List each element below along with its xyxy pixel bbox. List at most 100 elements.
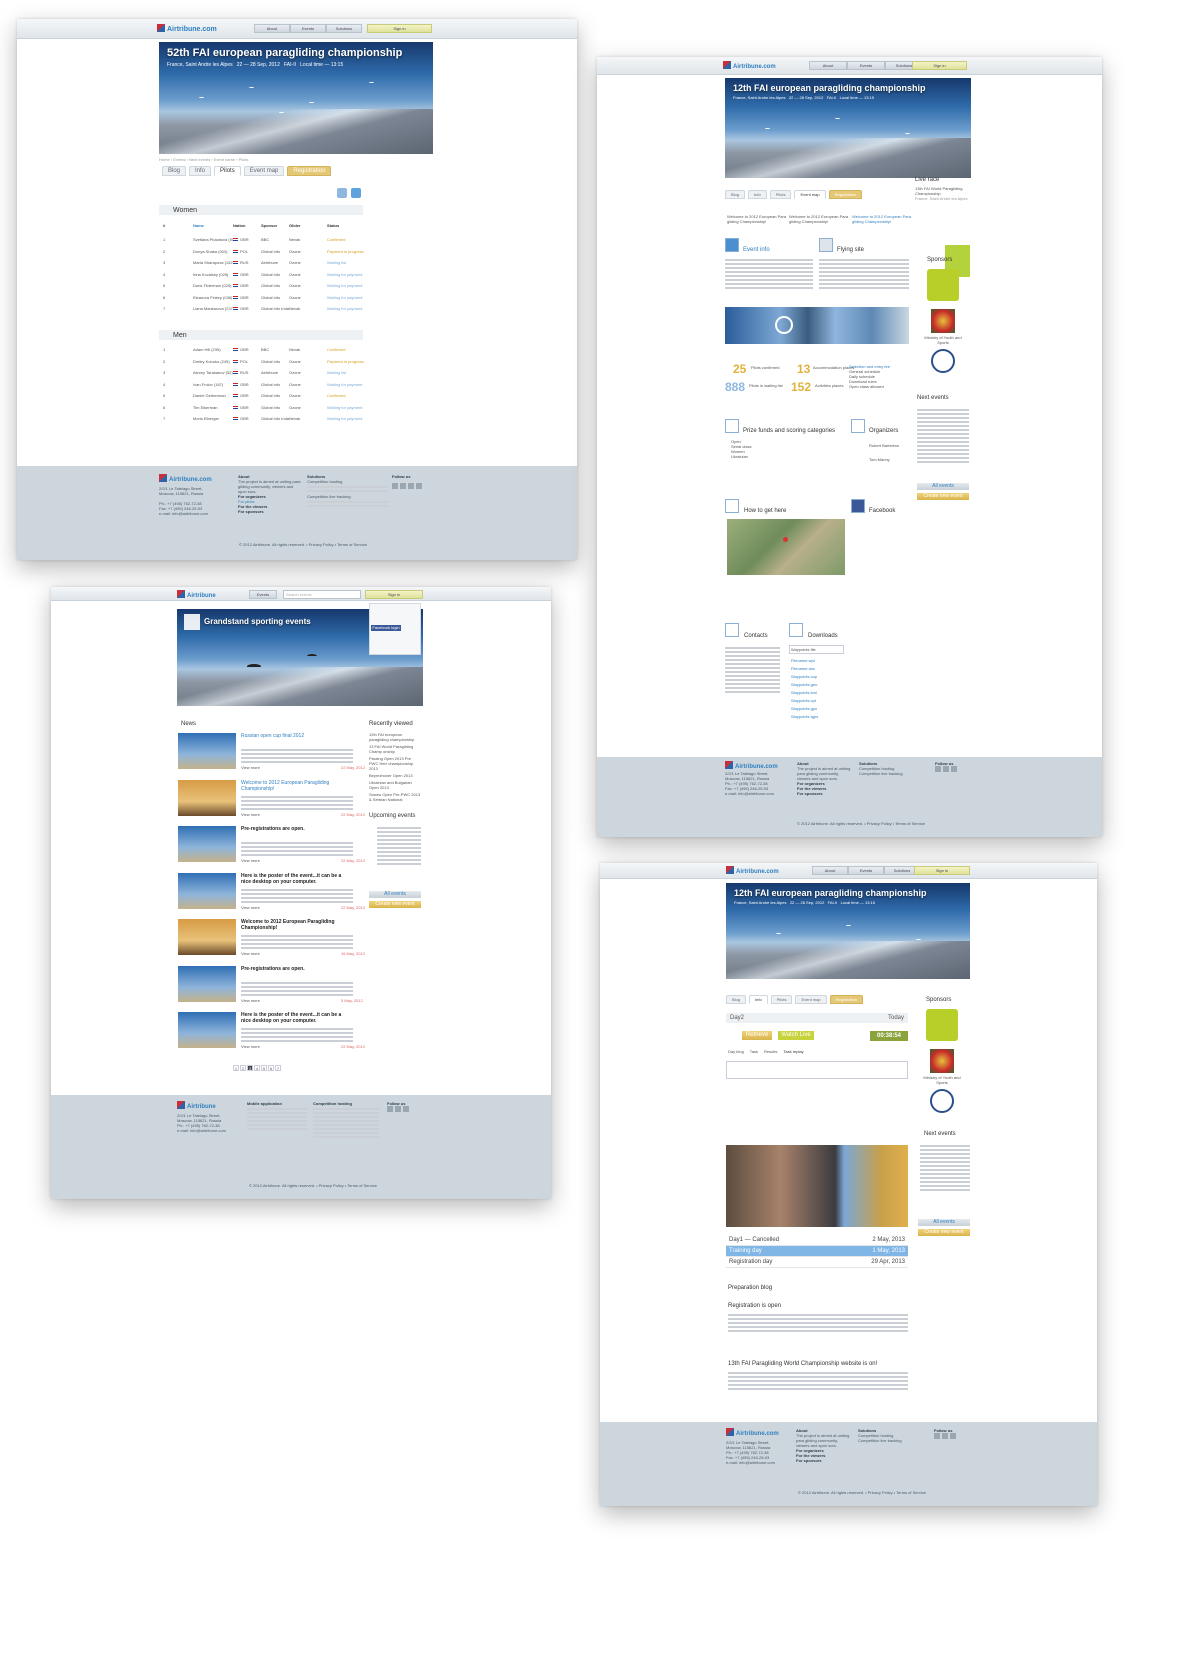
- file-link[interactable]: Waypoints.cpt: [791, 697, 818, 705]
- facebook-icon[interactable]: [392, 483, 398, 489]
- route-map[interactable]: [727, 519, 845, 575]
- news-thumbnail[interactable]: [178, 779, 236, 816]
- col-nation[interactable]: Nation: [233, 223, 261, 228]
- recent-item[interactable]: Soweo Open Pre-PWC 2013 & Serbian Nation…: [369, 792, 421, 802]
- table-row[interactable]: 6 Tim Elkerman GBR Global info Ozone Waiting …: [163, 405, 367, 410]
- waypoints-select[interactable]: Waypoints file: [789, 645, 844, 654]
- sign-in-button[interactable]: Sign in: [365, 590, 423, 599]
- sponsor-union-logo[interactable]: [931, 349, 955, 373]
- breadcrumb[interactable]: Home › Events › Next events › Event name…: [159, 157, 248, 162]
- sign-in-button[interactable]: Sign in: [912, 61, 967, 70]
- tab-info[interactable]: Info: [749, 995, 768, 1004]
- search-input[interactable]: Search events: [283, 590, 361, 599]
- tab-blog[interactable]: Blog: [162, 166, 187, 176]
- link-sponsors[interactable]: For sponsors: [797, 791, 852, 796]
- subtab[interactable]: Task: [750, 1049, 758, 1054]
- news-thumbnail[interactable]: [178, 965, 236, 1002]
- vk-icon[interactable]: [408, 483, 414, 489]
- page-4[interactable]: 4: [254, 1065, 260, 1071]
- twitter-icon[interactable]: [400, 483, 406, 489]
- news-title[interactable]: Pre-registrations are open.: [241, 826, 351, 832]
- col-num[interactable]: #: [163, 223, 193, 228]
- tab-registration[interactable]: Registration: [828, 190, 862, 199]
- pilot-name[interactable]: Donya Shaka (003): [193, 249, 233, 254]
- recent-item[interactable]: Beyrezhoner Open 2013: [369, 773, 421, 778]
- tab-registration[interactable]: Registration: [829, 995, 863, 1004]
- file-link[interactable]: Filename.doc: [791, 665, 818, 673]
- twitter-icon[interactable]: [943, 766, 949, 772]
- nav-solutions[interactable]: Solutions: [326, 24, 362, 33]
- tab-pilots[interactable]: Pilots: [214, 166, 241, 176]
- col-status[interactable]: Status: [327, 223, 367, 228]
- tab-pilots[interactable]: Pilots: [770, 995, 793, 1004]
- file-link[interactable]: Waypoints.kml: [791, 689, 818, 697]
- recent-item[interactable]: 13 FAI World Paragliding Champ onship: [369, 744, 421, 754]
- facebook-login-button[interactable]: Facebook login: [371, 625, 401, 631]
- photo-gallery[interactable]: [725, 307, 909, 344]
- news-2[interactable]: Welcome to 2012 European Para gliding Ch…: [789, 214, 849, 224]
- file-link[interactable]: Waypoints.gpx: [791, 705, 818, 713]
- news-title[interactable]: Welcome to 2012 European Paragliding Cha…: [241, 780, 351, 792]
- photo-collage[interactable]: [726, 1145, 908, 1227]
- pilot-name[interactable]: Maria Sharapova (152): [193, 260, 233, 265]
- col-sponsor[interactable]: Sponsor: [261, 223, 289, 228]
- file-link[interactable]: Filename.wpt: [791, 657, 818, 665]
- timeline-row[interactable]: Day1 — Cancelled 2 May, 2013: [726, 1235, 908, 1246]
- logo[interactable]: Airtribune.com: [157, 24, 217, 33]
- solution-tracking[interactable]: Competition live tracking: [859, 771, 929, 776]
- vk-icon[interactable]: [403, 1106, 409, 1112]
- link-open-class[interactable]: Open class allowed: [849, 384, 890, 389]
- all-events-button[interactable]: All events: [918, 1219, 970, 1226]
- page-1[interactable]: 1: [233, 1065, 239, 1071]
- play-icon[interactable]: [775, 316, 793, 334]
- table-row[interactable]: 6 Eleanora Finkey (036) GBR Global info Ozon…: [163, 295, 367, 300]
- twitter-icon[interactable]: [942, 1433, 948, 1439]
- nav-events[interactable]: Events: [249, 590, 277, 599]
- page-7[interactable]: 7: [275, 1065, 281, 1071]
- tab-registration[interactable]: Registration: [287, 166, 332, 176]
- logo[interactable]: Airtribune: [177, 590, 216, 599]
- next-events-list[interactable]: [920, 1143, 970, 1193]
- recent-item[interactable]: 12th FAI european paragliding championsh…: [369, 732, 421, 742]
- recent-item[interactable]: Paraing Open 2013 Pre PWC Herr champions…: [369, 756, 421, 771]
- pilot-name[interactable]: Dmitry Konoko (245): [193, 359, 233, 364]
- sponsor-colombia-logo[interactable]: [927, 269, 959, 301]
- news-title[interactable]: Welcome to 2012 European Paragliding Cha…: [241, 919, 351, 931]
- table-row[interactable]: 3 Maria Sharapova (152) RUS Airtribune Ozone…: [163, 260, 367, 265]
- col-glider[interactable]: Glider: [289, 223, 327, 228]
- create-event-button[interactable]: Create new event: [917, 493, 969, 500]
- table-row[interactable]: 4 Irina Kovalsky (025) GBR Global info Ozone…: [163, 272, 367, 277]
- pilot-name[interactable]: Irina Kovalsky (025): [193, 272, 233, 277]
- tab-event-map[interactable]: Event map: [243, 166, 285, 176]
- nav-events[interactable]: Events: [848, 866, 884, 875]
- subtab[interactable]: Task replay: [783, 1049, 803, 1054]
- nav-about[interactable]: About: [809, 61, 847, 70]
- all-events-button[interactable]: All events: [369, 891, 421, 898]
- twitter-icon[interactable]: [395, 1106, 401, 1112]
- logo[interactable]: Airtribune.com: [726, 866, 779, 875]
- page-5[interactable]: 5: [261, 1065, 267, 1071]
- twitter-icon[interactable]: [351, 188, 361, 198]
- read-more-link[interactable]: View more: [241, 1044, 260, 1049]
- vk-icon[interactable]: [950, 1433, 956, 1439]
- day-select[interactable]: Day2: [730, 1015, 744, 1021]
- organizer-1[interactable]: Robert Barteleon: [869, 443, 899, 448]
- retrieve-button[interactable]: Retrieve: [742, 1031, 772, 1040]
- recent-item[interactable]: Ukrainian and Bulgarian Open 2013: [369, 780, 421, 790]
- vk-icon[interactable]: [951, 766, 957, 772]
- link-sponsors[interactable]: For sponsors: [238, 509, 302, 514]
- news-title[interactable]: Here is the poster of the event...it can…: [241, 1012, 351, 1024]
- table-row[interactable]: 3 Alexey Tarakanov (52) RUS Airtribune Ozone…: [163, 370, 367, 375]
- news-1[interactable]: Welcome to 2012 European Para gliding Ch…: [727, 214, 787, 224]
- pilot-name[interactable]: Svetlana Plokatova (001): [193, 237, 233, 242]
- table-row[interactable]: 1 Svetlana Plokatova (001)GBRBBC Nevak Conf…: [163, 237, 367, 242]
- read-more-link[interactable]: View more: [241, 858, 260, 863]
- page-2[interactable]: 2: [240, 1065, 246, 1071]
- news-title[interactable]: Pre-registrations are open.: [241, 966, 351, 972]
- sponsor-ministry-logo[interactable]: [931, 309, 955, 333]
- pilot-name[interactable]: Moris Elberger: [193, 416, 233, 421]
- tab-info[interactable]: Info: [748, 190, 767, 199]
- footer-logo[interactable]: Airtribune: [177, 1101, 216, 1110]
- pilot-name[interactable]: Daniel Gerberman: [193, 393, 233, 398]
- table-row[interactable]: 7 Liana Mankarova (237) GBR Global info Ind…: [163, 306, 367, 311]
